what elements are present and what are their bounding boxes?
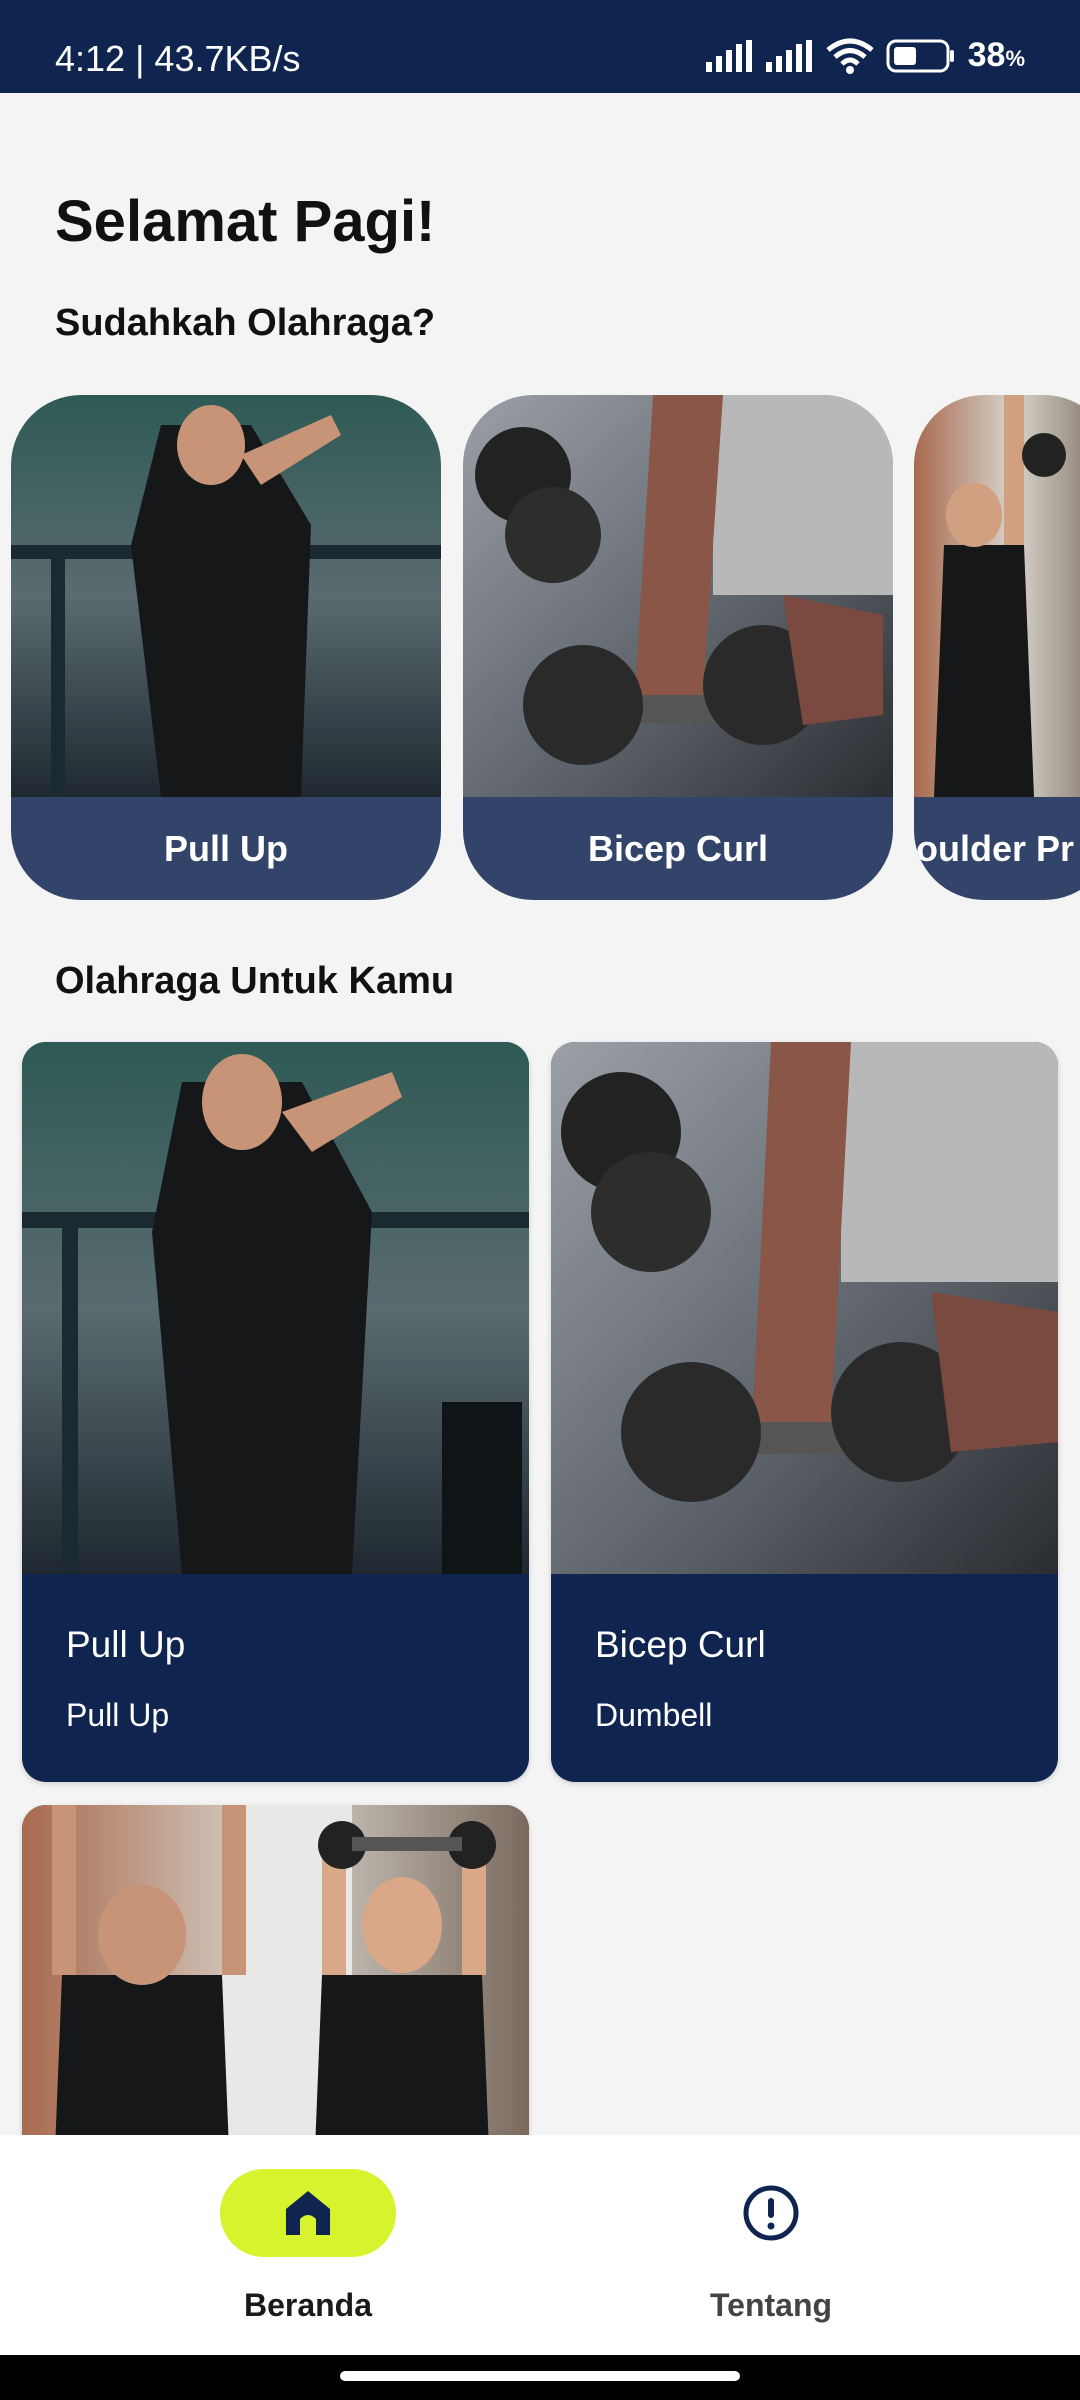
status-icons: 38% [705, 36, 1025, 75]
carousel-card-shoulder-press[interactable]: oulder Pr [914, 395, 1080, 900]
carousel-card-label: Bicep Curl [463, 797, 893, 900]
bicep-curl-photo [551, 1042, 1058, 1574]
battery-icon [886, 39, 954, 72]
bottom-navigation: Beranda Tentang [0, 2135, 1080, 2355]
greeting-title: Selamat Pagi! [55, 189, 436, 254]
signal-icon [705, 39, 752, 72]
shoulder-press-photo [914, 395, 1080, 797]
battery-percent: 38% [967, 36, 1025, 74]
nav-pill-active[interactable] [220, 2169, 396, 2257]
home-indicator[interactable] [340, 2371, 740, 2381]
gesture-area [0, 2355, 1080, 2400]
recommendation-card-pull-up[interactable]: Pull Up Pull Up [22, 1042, 529, 1782]
card-subtitle: Dumbell [595, 1697, 713, 1733]
pull-up-photo [11, 395, 441, 797]
card-title: Pull Up [66, 1624, 186, 1665]
home-icon [286, 2191, 330, 2235]
wifi-icon [826, 38, 874, 74]
carousel-card-label: oulder Pr [914, 797, 1080, 900]
carousel-card-pull-up[interactable]: Pull Up [11, 395, 441, 900]
card-title: Bicep Curl [595, 1624, 766, 1665]
nav-item-tentang[interactable]: Tentang [613, 2169, 913, 2329]
card-subtitle: Pull Up [66, 1697, 170, 1733]
status-time: 4:12 | 43.7KB/s [55, 38, 301, 79]
status-bar: 4:12 | 43.7KB/s 38% [0, 0, 1080, 93]
carousel-card-label: Pull Up [11, 797, 441, 900]
recommendation-card-bicep-curl[interactable]: Bicep Curl Dumbell [551, 1042, 1058, 1782]
nav-pill[interactable] [683, 2169, 859, 2257]
nav-item-beranda[interactable]: Beranda [150, 2169, 450, 2329]
nav-label: Tentang [709, 2287, 833, 2323]
bicep-curl-photo [463, 395, 893, 797]
info-icon [743, 2185, 799, 2241]
carousel-card-bicep-curl[interactable]: Bicep Curl [463, 395, 893, 900]
nav-label: Beranda [243, 2287, 373, 2323]
section-title-recommendations: Olahraga Untuk Kamu [55, 960, 455, 1002]
exercise-carousel[interactable]: Pull Up Bicep Curl oulder Pr [0, 395, 1080, 900]
section-title-carousel: Sudahkah Olahraga? [55, 302, 436, 344]
signal-icon [765, 39, 812, 72]
pull-up-photo [22, 1042, 529, 1574]
